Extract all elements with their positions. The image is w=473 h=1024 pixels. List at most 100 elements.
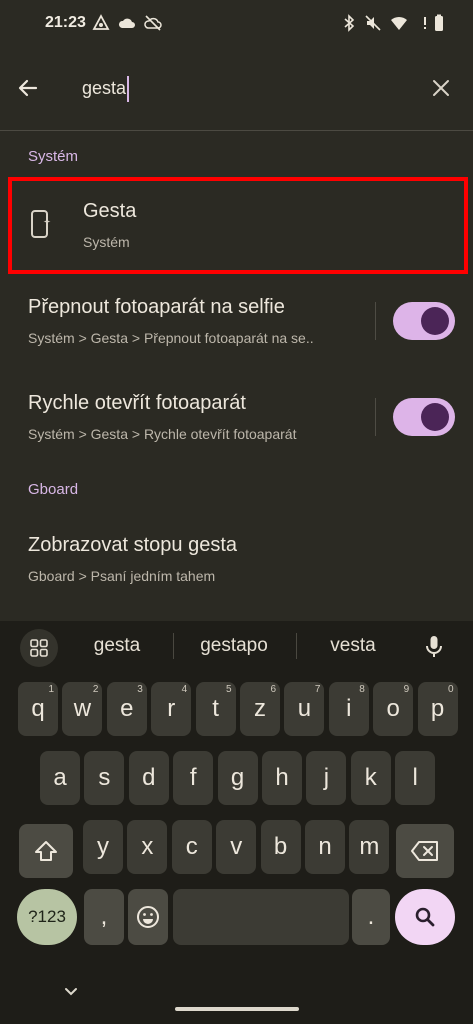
result-title: Gesta <box>83 200 137 222</box>
suggestion-1[interactable]: gesta <box>72 635 162 657</box>
key-d[interactable]: d <box>128 751 169 805</box>
mic-icon <box>426 636 442 657</box>
back-button[interactable] <box>12 66 44 110</box>
search-input[interactable] <box>82 73 402 103</box>
result-quick-camera[interactable]: Rychle otevřít fotoaparát Systém > Gesta… <box>0 384 473 464</box>
key-label: s <box>98 764 111 791</box>
section-header-gboard: Gboard <box>28 481 79 498</box>
key-w[interactable]: w2 <box>62 682 103 736</box>
key-label: y <box>97 833 109 860</box>
key-k[interactable]: k <box>350 751 391 805</box>
key-h[interactable]: h <box>262 751 302 805</box>
key-label: q <box>31 695 45 722</box>
key-label: m <box>359 833 380 860</box>
key-hint: 2 <box>92 684 99 695</box>
key-e[interactable]: e3 <box>106 682 147 736</box>
comma-key[interactable]: , <box>84 889 124 945</box>
phone-gesture-icon <box>31 210 51 238</box>
search-key[interactable] <box>395 889 455 945</box>
symbols-key[interactable]: ?123 <box>17 889 77 945</box>
result-gesta[interactable]: Gesta Systém <box>0 177 473 274</box>
hide-keyboard-icon[interactable] <box>63 985 79 999</box>
key-o[interactable]: o9 <box>373 682 414 736</box>
key-p[interactable]: p0 <box>417 682 458 736</box>
voice-input-button[interactable] <box>420 631 448 663</box>
key-n[interactable]: n <box>305 820 345 874</box>
shift-icon <box>35 841 57 861</box>
search-divider <box>0 130 473 131</box>
key-i[interactable]: i8 <box>328 682 369 736</box>
result-path: Systém > Gesta > Přepnout fotoaparát na … <box>28 330 314 346</box>
result-path: Systém > Gesta > Rychle otevřít fotoapar… <box>28 426 297 442</box>
result-path: Gboard > Psaní jedním tahem <box>28 568 216 584</box>
key-q[interactable]: q1 <box>18 682 58 736</box>
key-label: h <box>275 764 289 791</box>
period-key[interactable]: . <box>352 889 390 945</box>
keyboard-menu-button[interactable] <box>20 629 58 667</box>
key-label: w <box>73 695 92 722</box>
key-label: v <box>230 833 243 860</box>
status-time: 21:23 <box>45 14 86 31</box>
toggle-divider <box>375 302 376 340</box>
key-a[interactable]: a <box>40 751 80 805</box>
backspace-icon <box>411 841 438 861</box>
key-x[interactable]: x <box>127 820 168 874</box>
close-icon <box>433 80 449 96</box>
key-r[interactable]: r4 <box>151 682 192 736</box>
keyboard: gesta gestapo vesta ?123 , . q 1 w 2 e 3… <box>0 621 473 1024</box>
key-hint: 4 <box>181 684 188 695</box>
result-title: Přepnout fotoaparát na selfie <box>28 296 285 318</box>
key-s[interactable]: s <box>84 751 125 805</box>
battery-icon <box>430 14 448 32</box>
key-hint: 0 <box>448 684 454 695</box>
apps-grid-icon <box>30 639 48 657</box>
key-l[interactable]: l <box>395 751 436 805</box>
key-label: r <box>167 695 176 722</box>
key-hint: 8 <box>359 684 365 695</box>
key-label: t <box>212 695 219 722</box>
key-label: e <box>120 695 134 722</box>
key-label: f <box>189 764 197 791</box>
mute-icon <box>364 14 382 32</box>
key-c[interactable]: c <box>171 820 212 874</box>
key-u[interactable]: u7 <box>284 682 325 736</box>
key-label: k <box>364 764 377 791</box>
key-t[interactable]: t5 <box>195 682 236 736</box>
suggestion-3[interactable]: vesta <box>308 635 398 657</box>
key-f[interactable]: f <box>173 751 214 805</box>
clear-search-button[interactable] <box>426 68 456 108</box>
key-label: z <box>254 695 266 722</box>
suggestion-divider <box>296 633 297 659</box>
key-label: l <box>412 764 418 791</box>
wifi-icon <box>390 14 408 32</box>
result-path: Systém <box>83 234 130 250</box>
key-m[interactable]: m <box>349 820 390 874</box>
key-j[interactable]: j <box>306 751 347 805</box>
gesture-nav-handle[interactable] <box>175 1007 299 1011</box>
key-label: u <box>297 695 312 722</box>
toggle-knob <box>421 307 449 335</box>
backspace-key[interactable] <box>396 824 454 878</box>
key-g[interactable]: g <box>217 751 258 805</box>
key-label: o <box>386 695 400 722</box>
space-key[interactable] <box>173 889 349 945</box>
result-gesture-trail[interactable]: Zobrazovat stopu gesta Gboard > Psaní je… <box>0 526 473 596</box>
key-b[interactable]: b <box>260 820 301 874</box>
text-cursor <box>127 76 129 102</box>
result-selfie-camera[interactable]: Přepnout fotoaparát na selfie Systém > G… <box>0 288 473 368</box>
key-z[interactable]: z6 <box>240 682 280 736</box>
suggestion-2[interactable]: gestapo <box>186 635 282 657</box>
key-y[interactable]: y <box>83 820 123 874</box>
key-label: g <box>230 764 245 791</box>
search-icon <box>415 907 435 927</box>
selfie-camera-toggle[interactable] <box>393 302 455 340</box>
key-hint: 1 <box>48 684 54 695</box>
emoji-key[interactable] <box>128 889 168 945</box>
quick-camera-toggle[interactable] <box>393 398 455 436</box>
key-hint: 5 <box>226 684 232 695</box>
key-hint: 6 <box>270 684 276 695</box>
key-label: i <box>346 695 352 722</box>
shift-key[interactable] <box>19 824 73 878</box>
key-v[interactable]: v <box>216 820 257 874</box>
key-label: j <box>323 764 330 791</box>
